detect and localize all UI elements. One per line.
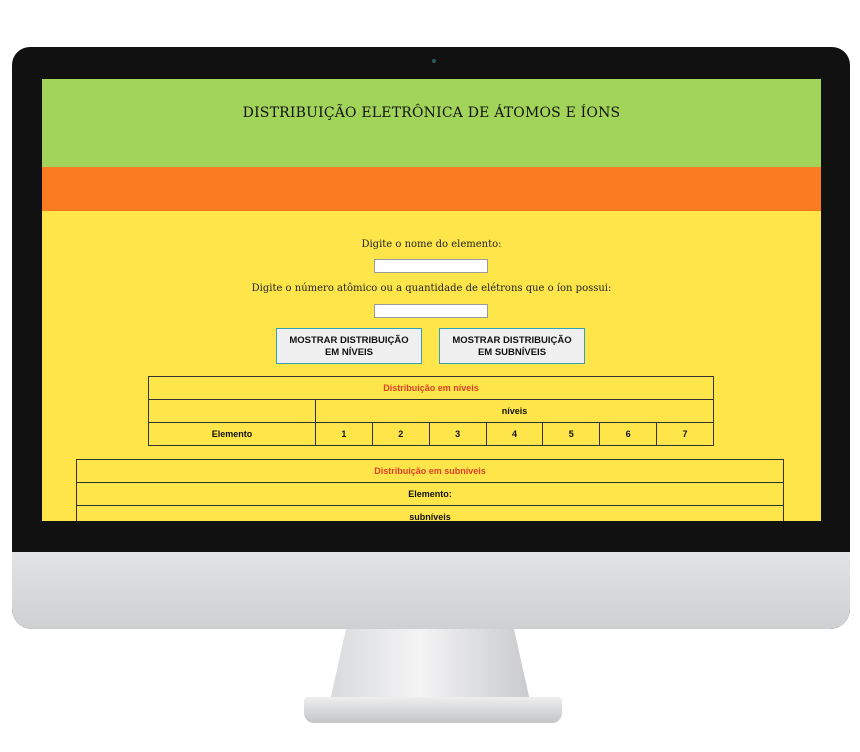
level-header-3: 3 bbox=[428, 422, 487, 446]
sublevels-element-row: Elemento: bbox=[76, 482, 784, 506]
level-header-7: 7 bbox=[656, 422, 714, 446]
table-row: níveis bbox=[148, 399, 714, 423]
monitor-chin bbox=[12, 552, 850, 629]
monitor-stand bbox=[330, 629, 530, 701]
header-banner bbox=[42, 79, 821, 167]
levels-table: Distribuição em níveis níveis Elemento 1… bbox=[148, 376, 714, 446]
level-header-1: 1 bbox=[315, 422, 373, 446]
show-levels-button-label: MOSTRAR DISTRIBUIÇÃO EM NÍVEIS bbox=[289, 335, 409, 358]
levels-table-caption: Distribuição em níveis bbox=[148, 376, 714, 400]
table-row: Distribuição em níveis bbox=[148, 376, 714, 400]
show-levels-button[interactable]: MOSTRAR DISTRIBUIÇÃO EM NÍVEIS bbox=[276, 328, 422, 364]
table-row: subníveis bbox=[76, 505, 784, 521]
level-header-2: 2 bbox=[371, 422, 430, 446]
orange-band bbox=[42, 167, 821, 211]
levels-table-blank-cell bbox=[148, 399, 316, 423]
atomic-number-input[interactable] bbox=[374, 304, 488, 318]
camera-icon bbox=[432, 59, 436, 63]
level-header-5: 5 bbox=[542, 422, 601, 446]
show-sublevels-button[interactable]: MOSTRAR DISTRIBUIÇÃO EM SUBNÍVEIS bbox=[439, 328, 585, 364]
level-header-6: 6 bbox=[599, 422, 658, 446]
level-header-4: 4 bbox=[485, 422, 544, 446]
levels-group-header: níveis bbox=[315, 399, 714, 423]
table-row: Elemento: bbox=[76, 482, 784, 506]
element-name-input[interactable] bbox=[374, 259, 488, 273]
sublevels-table: Distribuição em subníveis Elemento: subn… bbox=[76, 459, 784, 521]
table-row: Elemento 1 2 3 4 5 6 7 bbox=[148, 422, 714, 446]
sublevels-group-header: subníveis bbox=[76, 505, 784, 521]
web-page: DISTRIBUIÇÃO ELETRÔNICA DE ÁTOMOS E ÍONS… bbox=[42, 79, 821, 521]
table-row: Distribuição em subníveis bbox=[76, 459, 784, 483]
element-name-label: Digite o nome do elemento: bbox=[361, 239, 502, 250]
show-sublevels-button-label: MOSTRAR DISTRIBUIÇÃO EM SUBNÍVEIS bbox=[452, 335, 572, 358]
sublevels-table-caption: Distribuição em subníveis bbox=[76, 459, 784, 483]
monitor-stand-base bbox=[304, 697, 562, 723]
atomic-number-label: Digite o número atômico ou a quantidade … bbox=[251, 283, 612, 294]
levels-row-label: Elemento bbox=[148, 422, 316, 446]
page-title: DISTRIBUIÇÃO ELETRÔNICA DE ÁTOMOS E ÍONS bbox=[242, 105, 621, 121]
